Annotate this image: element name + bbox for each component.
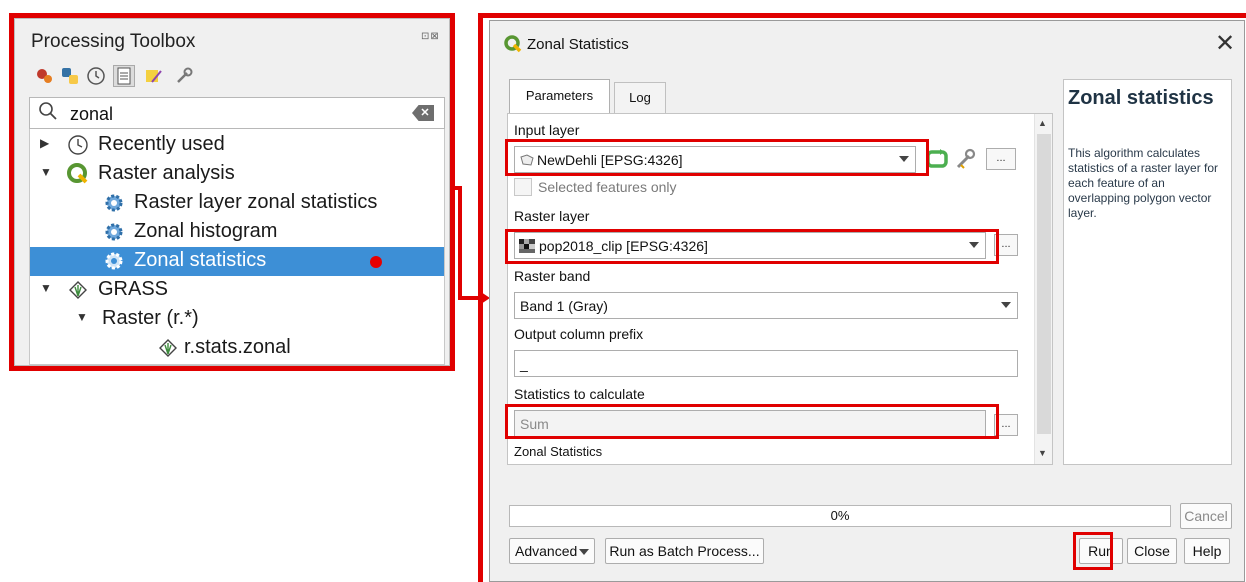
highlight-box-dialog <box>478 13 1246 582</box>
highlight-box-input-layer <box>505 139 929 176</box>
highlight-box-raster-layer <box>505 229 999 264</box>
highlight-box-toolbox <box>9 13 455 371</box>
highlight-box-statistics <box>505 404 999 439</box>
highlight-box-run <box>1073 532 1113 570</box>
